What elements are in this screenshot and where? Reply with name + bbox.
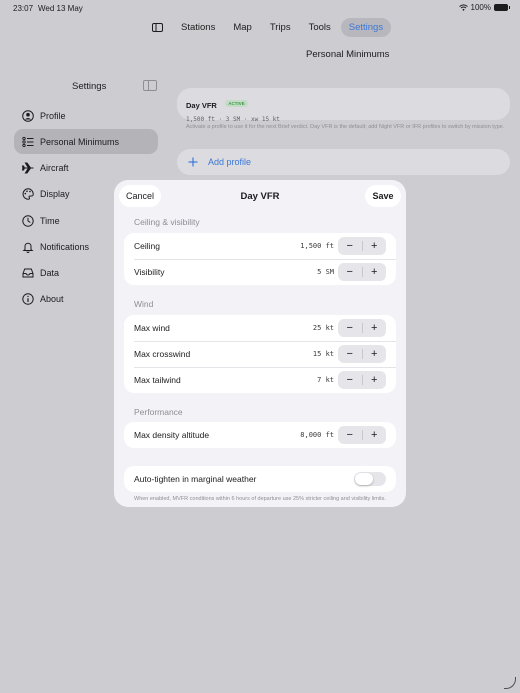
max-crosswind-stepper: − +: [338, 345, 386, 363]
page-title: Personal Minimums: [306, 49, 390, 60]
decrement-button[interactable]: −: [338, 263, 362, 281]
tab-settings[interactable]: Settings: [340, 18, 392, 37]
resize-corner-icon: [504, 677, 516, 689]
profile-name: Day VFR: [186, 101, 217, 110]
increment-button[interactable]: +: [363, 426, 387, 444]
section-label-performance: Performance: [134, 407, 183, 417]
sidebar-item-label: Display: [40, 188, 70, 199]
row-label: Max crosswind: [134, 349, 191, 359]
wifi-icon: [458, 4, 468, 11]
top-tab-bar: Stations Map Trips Tools Settings: [143, 17, 392, 38]
sheet-header: Cancel Day VFR Save: [114, 180, 406, 213]
sidebar-item-label: Notifications: [40, 241, 90, 252]
sidebar-item-personal-minimums[interactable]: Personal Minimums: [14, 129, 158, 154]
plus-icon: [188, 157, 198, 167]
save-button[interactable]: Save: [365, 185, 401, 207]
tab-trips[interactable]: Trips: [262, 18, 299, 37]
max-tailwind-value: 7 kt: [317, 376, 334, 384]
increment-button[interactable]: +: [363, 263, 387, 281]
sidebar-item-profile[interactable]: Profile: [14, 103, 158, 128]
increment-button[interactable]: +: [363, 345, 387, 363]
sidebar-item-label: Aircraft: [40, 162, 69, 173]
group-ceiling-visibility: Ceiling 1,500 ft − + Visibility 5 SM − +: [124, 233, 396, 285]
row-auto-tighten: Auto-tighten in marginal weather: [124, 466, 396, 492]
battery-percent: 100%: [470, 3, 491, 12]
group-wind: Max wind 25 kt − + Max crosswind 15 kt −…: [124, 315, 396, 393]
decrement-button[interactable]: −: [338, 319, 362, 337]
decrement-button[interactable]: −: [338, 371, 362, 389]
section-label-ceiling-visibility: Ceiling & visibility: [134, 217, 200, 227]
max-wind-value: 25 kt: [312, 324, 334, 332]
sidebar-toggle-icon[interactable]: [143, 18, 171, 38]
status-badge: ACTIVE: [225, 100, 248, 108]
checklist-icon: [22, 136, 34, 147]
row-label: Max density altitude: [134, 430, 210, 440]
section-label-wind: Wind: [134, 299, 154, 309]
row-label: Auto-tighten in marginal weather: [134, 474, 257, 484]
profile-note: Activate a profile to use it for the nex…: [186, 124, 505, 130]
group-auto-tighten: Auto-tighten in marginal weather: [124, 466, 396, 492]
add-profile-button[interactable]: Add profile: [177, 149, 510, 175]
add-profile-label: Add profile: [208, 157, 252, 167]
group-performance: Max density altitude 8,000 ft − +: [124, 422, 396, 448]
row-max-wind: Max wind 25 kt − +: [124, 315, 396, 341]
density-altitude-stepper: − +: [338, 426, 386, 444]
density-altitude-value: 8,000 ft: [300, 431, 334, 439]
sheet-title: Day VFR: [240, 191, 280, 202]
visibility-stepper: − +: [338, 263, 386, 281]
increment-button[interactable]: +: [363, 371, 387, 389]
decrement-button[interactable]: −: [338, 237, 362, 255]
auto-tighten-toggle[interactable]: [354, 472, 386, 486]
auto-tighten-footnote: When enabled, MVFR conditions within 6 h…: [134, 496, 386, 502]
profile-card-day-vfr[interactable]: Day VFR ACTIVE 1,500 ft · 3 SM · xw 15 k…: [177, 88, 510, 123]
sidebar-item-label: Time: [40, 215, 60, 226]
row-max-density-altitude: Max density altitude 8,000 ft − +: [124, 422, 396, 448]
tray-icon: [22, 268, 34, 277]
clock-icon: [22, 214, 34, 227]
tab-stations[interactable]: Stations: [173, 18, 223, 37]
row-label: Max tailwind: [134, 375, 181, 385]
sidebar-item-aircraft[interactable]: Aircraft: [14, 155, 158, 180]
increment-button[interactable]: +: [363, 237, 387, 255]
sidebar-item-label: About: [40, 293, 64, 304]
tab-tools[interactable]: Tools: [301, 18, 339, 37]
edit-profile-sheet: Cancel Day VFR Save Ceiling & visibility…: [114, 180, 406, 507]
sidebar-title: Settings: [72, 81, 107, 92]
decrement-button[interactable]: −: [338, 426, 362, 444]
max-crosswind-value: 15 kt: [312, 350, 334, 358]
row-label: Visibility: [134, 267, 165, 277]
status-right: 100%: [458, 3, 510, 12]
row-max-crosswind: Max crosswind 15 kt − +: [124, 341, 396, 367]
person-circle-icon: [22, 109, 34, 122]
sidebar-item-label: Personal Minimums: [40, 136, 120, 147]
max-tailwind-stepper: − +: [338, 371, 386, 389]
battery-icon: [494, 4, 510, 11]
bell-icon: [22, 242, 34, 253]
visibility-value: 5 SM: [317, 268, 334, 276]
sidebar-collapse-icon[interactable]: [143, 80, 157, 91]
decrement-button[interactable]: −: [338, 345, 362, 363]
airplane-icon: [22, 161, 34, 174]
row-label: Max wind: [134, 323, 170, 333]
row-ceiling: Ceiling 1,500 ft − +: [124, 233, 396, 259]
row-max-tailwind: Max tailwind 7 kt − +: [124, 367, 396, 393]
profile-summary: 1,500 ft · 3 SM · xw 15 kt: [186, 116, 280, 123]
status-bar: 23:07 Wed 13 May 100%: [0, 0, 520, 16]
status-time: 23:07: [13, 4, 34, 13]
status-date: Wed 13 May: [38, 4, 83, 13]
info-icon: [22, 292, 34, 305]
row-label: Ceiling: [134, 241, 160, 251]
max-wind-stepper: − +: [338, 319, 386, 337]
row-visibility: Visibility 5 SM − +: [124, 259, 396, 285]
sidebar-item-label: Profile: [40, 110, 66, 121]
sidebar-item-label: Data: [40, 267, 60, 278]
ceiling-value: 1,500 ft: [300, 242, 334, 250]
palette-icon: [22, 187, 34, 200]
ceiling-stepper: − +: [338, 237, 386, 255]
increment-button[interactable]: +: [363, 319, 387, 337]
tab-map[interactable]: Map: [225, 18, 259, 37]
